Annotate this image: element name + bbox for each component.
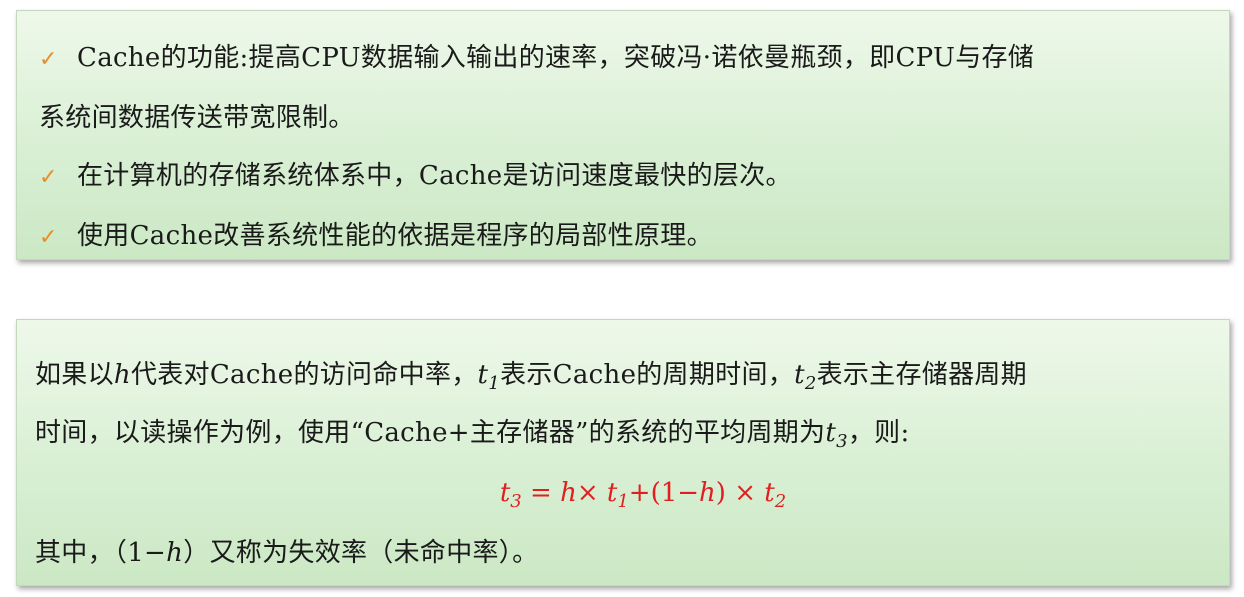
- bullet-item-3: ✓ 使用Cache改善系统性能的依据是程序的局部性原理。: [39, 207, 1207, 267]
- formula-t1: t1: [606, 478, 629, 511]
- average-cycle-box: 如果以h代表对Cache的访问命中率，t1表示Cache的周期时间，t2表示主存…: [16, 319, 1230, 586]
- text-segment: 其中，（1−: [35, 538, 167, 568]
- bullet-item-1-text-line2: 系统间数据传送带宽限制。: [39, 103, 355, 133]
- text-segment: 表示Cache的周期时间，: [500, 360, 795, 390]
- var-subscript: 3: [510, 491, 522, 512]
- var-letter: t: [606, 478, 618, 508]
- formula-h: h: [699, 478, 716, 508]
- text-segment: ，则:: [847, 418, 910, 448]
- text-segment: 代表对Cache的访问命中率，: [130, 360, 478, 390]
- cache-features-box: ✓ Cache的功能:提高CPU数据输入输出的速率，突破冯·诺依曼瓶颈，即CPU与…: [16, 10, 1230, 260]
- variable-h: h: [113, 360, 131, 390]
- var-letter: t: [477, 360, 489, 390]
- var-letter: t: [764, 478, 775, 508]
- formula-times: ) ×: [715, 478, 765, 508]
- text-segment: 如果以: [35, 360, 114, 390]
- bullet-item-1-text-line1: Cache的功能:提高CPU数据输入输出的速率，突破冯·诺依曼瓶颈，即CPU与存…: [77, 43, 1035, 73]
- text-segment: ）又称为失效率（未命中率）。: [183, 538, 539, 568]
- bullet-item-2-text: 在计算机的存储系统体系中，Cache是访问速度最快的层次。: [77, 161, 792, 191]
- formula-equals: =: [521, 478, 561, 508]
- var-letter: t: [825, 418, 837, 448]
- text-segment: 时间，以读操作为例，使用“Cache+主存储器”的系统的平均周期为: [35, 418, 826, 448]
- var-letter: t: [499, 478, 511, 508]
- var-subscript: 3: [836, 431, 848, 452]
- formula-times: ×: [576, 478, 607, 508]
- formula-t2: t2: [764, 478, 786, 511]
- formula-t3: t3: [499, 478, 522, 511]
- var-subscript: 2: [774, 491, 787, 512]
- paragraph-line-3: 其中，（1−h）又称为失效率（未命中率）。: [35, 524, 1211, 582]
- check-icon: ✓: [39, 225, 58, 250]
- text-segment: 表示主存储器周期: [816, 360, 1027, 390]
- formula-plus: +(1−: [628, 478, 700, 508]
- bullet-item-3-text: 使用Cache改善系统性能的依据是程序的局部性原理。: [77, 221, 713, 251]
- var-letter: t: [794, 360, 805, 390]
- paragraph-line-1: 如果以h代表对Cache的访问命中率，t1表示Cache的周期时间，t2表示主存…: [35, 346, 1211, 404]
- var-subscript: 2: [804, 373, 817, 394]
- variable-t1: t1: [477, 360, 501, 393]
- var-subscript: 1: [488, 373, 501, 394]
- variable-t2: t2: [794, 360, 817, 393]
- formula-h: h: [560, 478, 577, 508]
- average-cycle-formula: t3 = h× t1+(1−h) × t2: [35, 462, 1211, 524]
- paragraph-line-2: 时间，以读操作为例，使用“Cache+主存储器”的系统的平均周期为t3，则:: [35, 404, 1211, 462]
- var-subscript: 1: [617, 491, 629, 512]
- bullet-item-1-continuation: 系统间数据传送带宽限制。: [39, 89, 1207, 147]
- check-icon: ✓: [39, 47, 58, 72]
- bullet-item-2: ✓ 在计算机的存储系统体系中，Cache是访问速度最快的层次。: [39, 147, 1207, 207]
- check-icon: ✓: [39, 165, 58, 190]
- variable-h: h: [166, 538, 184, 568]
- bullet-item-1: ✓ Cache的功能:提高CPU数据输入输出的速率，突破冯·诺依曼瓶颈，即CPU与…: [39, 29, 1207, 89]
- variable-t3: t3: [825, 418, 848, 451]
